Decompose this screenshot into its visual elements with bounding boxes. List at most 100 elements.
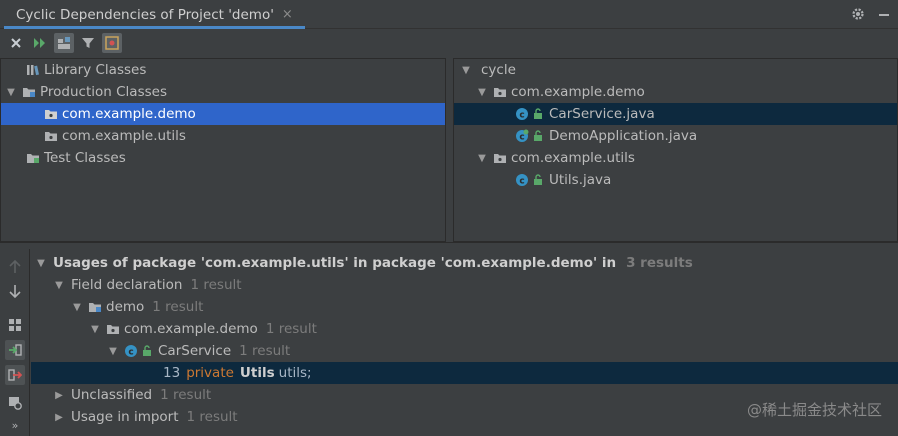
usages-header: Usages of package 'com.example.utils' in… [53,255,617,271]
module-folder-icon [21,84,37,100]
tree-item-label: CarService.java [549,106,655,122]
spring-class-icon: c [514,128,530,144]
unlock-icon [533,106,543,122]
tree-item-label: Test Classes [44,150,126,166]
package-icon [492,150,508,166]
chevron-down-icon[interactable]: ▼ [71,302,83,313]
usage-count: 1 result [160,387,212,403]
code-keyword: private [186,365,234,381]
chevron-right-icon[interactable]: ▶ [53,412,65,423]
tree-item-com-example-demo[interactable]: ▼ com.example.demo [454,81,897,103]
tree-item-label: com.example.demo [511,84,645,100]
usage-group-label: Unclassified [71,387,153,403]
outgoing-usages-icon[interactable] [5,365,25,385]
usage-class-label: CarService [158,343,232,359]
usage-class-carservice[interactable]: ▼ c CarService 1 result [31,340,898,362]
settings-filter-icon[interactable] [5,393,25,413]
incoming-usages-icon[interactable] [5,340,25,360]
line-number: 13 [163,365,181,381]
usages-panel: » ▼ Usages of package 'com.example.utils… [0,249,898,436]
tree-item-label: cycle [481,62,516,78]
usage-module-demo[interactable]: ▼ demo 1 result [31,296,898,318]
class-icon: c [514,106,530,122]
tool-window-header: Cyclic Dependencies of Project 'demo' × [0,0,898,29]
chevron-right-icon[interactable]: ▶ [53,390,65,401]
chevron-down-icon[interactable]: ▼ [476,153,488,164]
cycle-tree-panel: ▼ cycle ▼ com.example.demo c CarService.… [453,58,898,242]
tree-item-label: Production Classes [40,84,167,100]
close-icon[interactable] [6,33,26,53]
tree-item-library-classes[interactable]: Library Classes [1,59,445,81]
usage-group-field-declaration[interactable]: ▼ Field declaration 1 result [31,274,898,296]
tree-item-com-example-demo[interactable]: com.example.demo [1,103,445,125]
svg-text:c: c [519,133,524,143]
usage-count: 1 result [239,343,291,359]
usage-count: 1 result [186,409,238,425]
scope-tree-panel: Library Classes ▼ Production Classes com… [0,58,446,242]
usage-module-label: demo [106,299,145,315]
chevron-down-icon[interactable]: ▼ [89,324,101,335]
package-icon [43,128,59,144]
code-type: Utils [239,365,275,381]
group-by-module-icon[interactable] [54,33,74,53]
chevron-down-icon[interactable]: ▼ [35,258,47,269]
library-icon [25,62,41,78]
tree-item-com-example-utils[interactable]: ▼ com.example.utils [454,147,897,169]
arrow-up-icon[interactable] [5,257,25,277]
usage-count: 1 result [152,299,204,315]
tree-item-production-classes[interactable]: ▼ Production Classes [1,81,445,103]
tree-item-com-example-utils[interactable]: com.example.utils [1,125,445,147]
tree-item-cycle[interactable]: ▼ cycle [454,59,897,81]
minimize-icon[interactable] [876,6,892,22]
chevron-down-icon[interactable]: ▼ [107,346,119,357]
tree-item-label: com.example.utils [62,128,186,144]
usage-count: 1 result [190,277,242,293]
filter-icon[interactable] [78,33,98,53]
tree-item-carservice-java[interactable]: c CarService.java [454,103,897,125]
toolbar [0,29,898,57]
tab-cyclic-dependencies[interactable]: Cyclic Dependencies of Project 'demo' × [4,0,305,29]
chevron-down-icon[interactable]: ▼ [476,87,488,98]
chevron-down-icon[interactable]: ▼ [53,280,65,291]
usages-side-toolbar: » [0,249,30,436]
more-actions-icon[interactable]: » [5,415,25,435]
usage-package-com-example-demo[interactable]: ▼ com.example.demo 1 result [31,318,898,340]
test-folder-icon [25,150,41,166]
module-icon [87,299,103,315]
svg-text:c: c [519,177,524,187]
gear-icon[interactable] [850,6,866,22]
tree-item-label: com.example.utils [511,150,635,166]
usage-code-line[interactable]: 13 private Utils utils; [31,362,898,384]
unlock-icon [142,343,152,359]
watermark: @稀土掘金技术社区 [746,401,882,419]
mark-cycles-icon[interactable] [102,33,122,53]
unlock-icon [533,172,543,188]
tree-item-demoapplication-java[interactable]: c DemoApplication.java [454,125,897,147]
tree-item-label: DemoApplication.java [549,128,698,144]
class-icon: c [514,172,530,188]
usage-count: 1 result [265,321,317,337]
package-icon [43,106,59,122]
tab-title: Cyclic Dependencies of Project 'demo' [16,6,274,23]
chevron-down-icon[interactable]: ▼ [5,87,17,98]
tree-item-utils-java[interactable]: c Utils.java [454,169,897,191]
tree-item-label: Utils.java [549,172,612,188]
vertical-splitter[interactable] [446,58,453,242]
tree-item-label: Library Classes [44,62,147,78]
arrow-down-icon[interactable] [5,281,25,301]
code-rest: utils; [278,365,312,381]
svg-text:c: c [128,348,133,358]
chevron-down-icon[interactable]: ▼ [460,65,472,76]
svg-text:c: c [519,111,524,121]
usages-header-count: 3 results [626,255,693,271]
tree-item-test-classes[interactable]: Test Classes [1,147,445,169]
package-icon [105,321,121,337]
usage-package-label: com.example.demo [124,321,258,337]
unlock-icon [533,128,543,144]
horizontal-splitter[interactable] [0,242,898,248]
rerun-icon[interactable] [30,33,50,53]
tab-close-icon[interactable]: × [282,7,293,22]
class-icon: c [123,343,139,359]
usages-header-row[interactable]: ▼ Usages of package 'com.example.utils' … [31,252,898,274]
expand-all-icon[interactable] [5,315,25,335]
